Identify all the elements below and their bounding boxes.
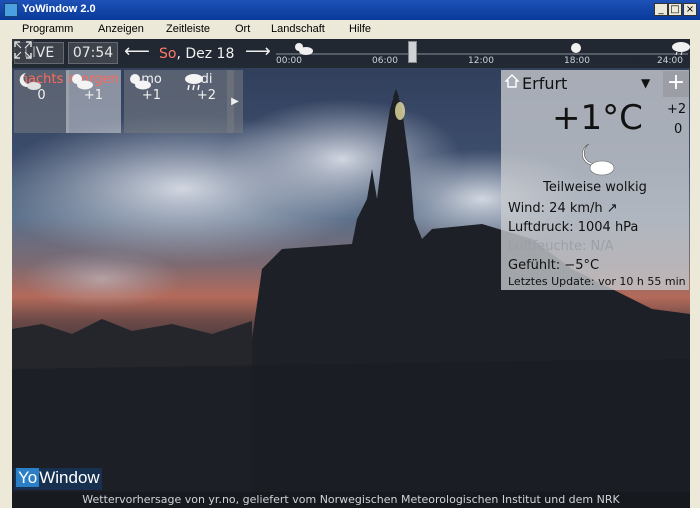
last-update-info: Letztes Update: vor 10 h 55 min — [508, 275, 686, 288]
menu-landschaft[interactable]: Landschaft — [271, 23, 325, 35]
window-title: YoWindow 2.0 — [22, 3, 96, 15]
time-toolbar: LIVE 07:54 ⟵ So, Dez 18 ⟶ 00:00 06:00 12… — [12, 39, 690, 68]
sun-icon — [571, 43, 581, 53]
weather-scene: LIVE 07:54 ⟵ So, Dez 18 ⟶ 00:00 06:00 12… — [12, 39, 690, 508]
timeline-tick: 00:00 — [276, 56, 302, 66]
moon-cloud-icon — [19, 73, 41, 90]
menu-zeitleiste[interactable]: Zeitleiste — [166, 23, 210, 35]
location-name[interactable]: Erfurt — [522, 74, 567, 93]
menu-hilfe[interactable]: Hilfe — [349, 23, 371, 35]
temp-low: 0 — [674, 122, 683, 137]
timeline-tick: 06:00 — [372, 56, 398, 66]
close-button[interactable]: × — [683, 3, 697, 16]
menu-bar: Programm Anzeigen Zeitleiste Ort Landsch… — [0, 20, 700, 39]
add-location-button[interactable]: + — [663, 71, 689, 97]
forecast-day-nachts[interactable]: nachts 0 — [14, 70, 69, 133]
menu-programm[interactable]: Programm — [22, 23, 73, 35]
next-day-button[interactable]: ⟶ — [245, 41, 271, 62]
current-date[interactable]: So, Dez 18 — [159, 46, 234, 62]
app-window: YoWindow 2.0 _ □ × Programm Anzeigen Zei… — [0, 0, 700, 508]
timeline[interactable]: 00:00 06:00 12:00 18:00 24:00 — [276, 39, 690, 68]
rain-cloud-icon — [672, 42, 690, 56]
timeline-tick: 12:00 — [468, 56, 494, 66]
sun-cloud-icon — [72, 74, 93, 90]
forecast-strip: nachts 0 morgen +1 mo +1 di +2 ▶ — [14, 70, 243, 133]
forecast-next-button[interactable]: ▶ — [227, 70, 243, 133]
yowindow-logo[interactable]: Yo Window — [14, 468, 102, 490]
timeline-tick: 18:00 — [564, 56, 590, 66]
location-dropdown-icon[interactable]: ▼ — [641, 76, 650, 90]
weather-condition: Teilweise wolkig — [543, 180, 647, 195]
home-icon[interactable] — [505, 74, 519, 88]
date-weekday: So — [159, 46, 177, 62]
feels-like-info: Gefühlt: −5°C — [508, 258, 600, 273]
logo-yo: Yo — [16, 468, 40, 487]
previous-day-button[interactable]: ⟵ — [124, 41, 150, 62]
current-temperature: +1°C — [552, 98, 643, 138]
forecast-day-di[interactable]: di +2 — [179, 70, 234, 133]
pressure-info: Luftdruck: 1004 hPa — [508, 220, 639, 235]
date-text: , Dez 18 — [176, 46, 235, 62]
maximize-button[interactable]: □ — [668, 3, 682, 16]
current-time[interactable]: 07:54 — [68, 42, 118, 64]
weather-panel: Erfurt ▼ + +1°C +2 0 Teilweise wolkig Wi… — [501, 70, 689, 290]
forecast-day-mo[interactable]: mo +1 — [124, 70, 179, 133]
humidity-info: Luftfeuchte: N/A — [508, 239, 614, 254]
minimize-button[interactable]: _ — [654, 3, 668, 16]
temp-high: +2 — [667, 102, 687, 117]
wind-info: Wind: 24 km/h ↗ — [508, 201, 618, 216]
timeline-slider-handle[interactable] — [408, 41, 417, 63]
logo-window: Window — [39, 468, 100, 487]
menu-anzeigen[interactable]: Anzeigen — [98, 23, 144, 35]
moon-cloud-icon — [582, 143, 615, 176]
rain-cloud-icon — [185, 74, 203, 91]
timeline-tick: 24:00 — [657, 56, 683, 66]
fullscreen-icon[interactable] — [12, 39, 34, 61]
forecast-day-morgen[interactable]: morgen +1 — [66, 70, 121, 133]
app-icon — [4, 3, 18, 17]
sun-cloud-icon — [295, 43, 313, 55]
sun-cloud-icon — [130, 74, 151, 90]
data-source-credit[interactable]: Wettervorhersage von yr.no, geliefert vo… — [12, 492, 690, 508]
title-bar: YoWindow 2.0 _ □ × — [0, 0, 700, 20]
menu-ort[interactable]: Ort — [235, 23, 250, 35]
